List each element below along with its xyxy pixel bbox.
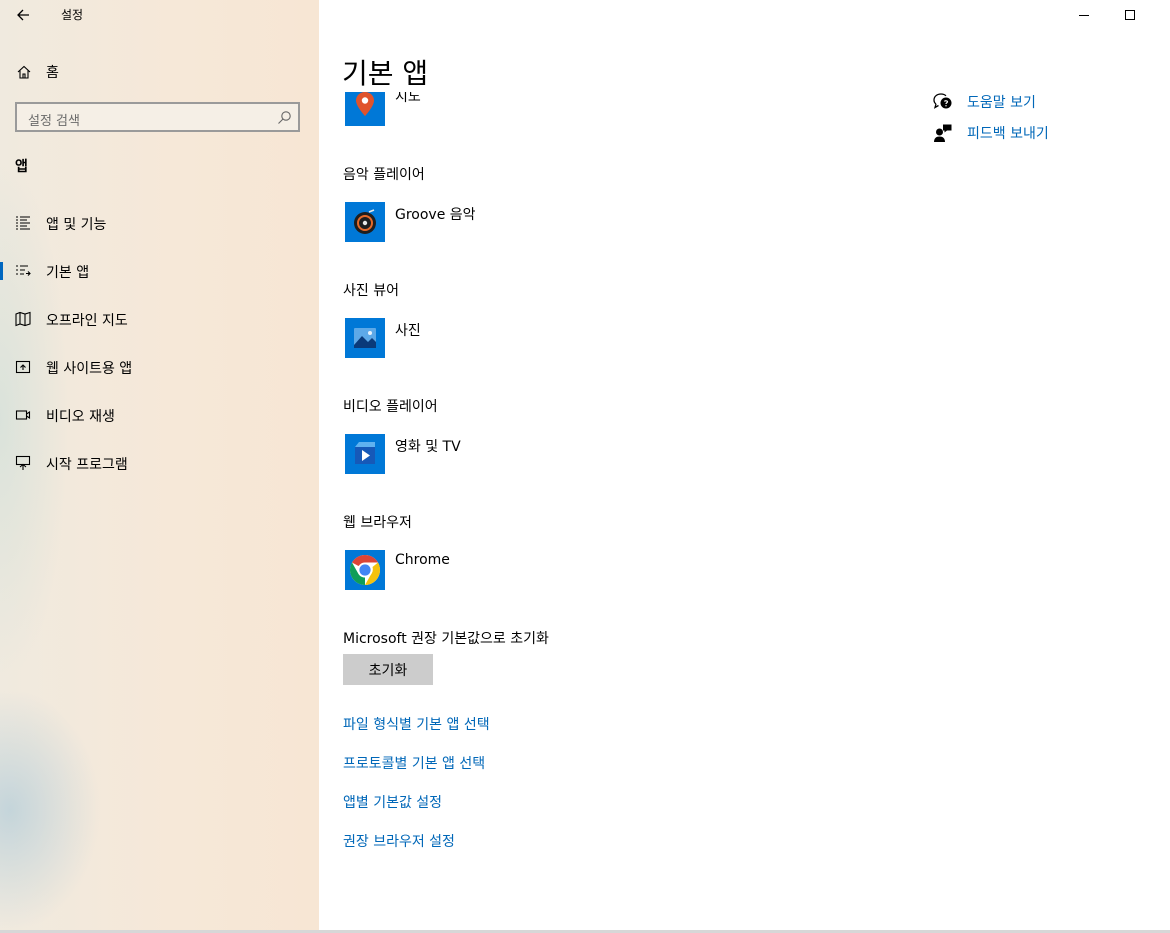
home-label: 홈 — [46, 65, 59, 81]
sidebar-item-startup[interactable]: 시작 프로그램 — [0, 443, 319, 483]
sidebar-item-label: 웹 사이트용 앱 — [46, 361, 133, 377]
maximize-button[interactable] — [1107, 0, 1153, 30]
chrome-icon — [349, 555, 381, 585]
back-arrow-icon — [17, 9, 29, 21]
category-video-player: 비디오 플레이어 — [343, 399, 438, 415]
search-icon[interactable] — [277, 110, 292, 125]
section-title: 앱 — [15, 159, 28, 175]
sidebar-item-label: 비디오 재생 — [46, 409, 115, 425]
reset-button[interactable]: 초기화 — [343, 654, 433, 685]
sidebar-item-apps-features[interactable]: 앱 및 기능 — [0, 203, 319, 243]
back-button[interactable] — [13, 4, 35, 26]
choose-by-protocol-link[interactable]: 프로토콜별 기본 앱 선택 — [343, 753, 485, 773]
minimize-button[interactable] — [1061, 0, 1107, 30]
sidebar-item-label: 기본 앱 — [46, 265, 90, 281]
sidebar-item-video-playback[interactable]: 비디오 재생 — [0, 395, 319, 435]
photos-icon — [354, 328, 376, 348]
video-app-name[interactable]: 영화 및 TV — [395, 436, 461, 456]
default-apps-list: 지도 음악 플레이어 Groove 음악 사진 뷰어 사진 비디오 플레이어 영… — [319, 92, 909, 872]
get-help-link[interactable]: 도움말 보기 — [933, 91, 1036, 113]
maximize-icon — [1125, 10, 1135, 20]
browser-app-name[interactable]: Chrome — [395, 552, 450, 568]
maps-pin-icon — [356, 92, 374, 116]
offline-maps-icon — [15, 311, 31, 327]
sidebar-item-apps-for-websites[interactable]: 웹 사이트용 앱 — [0, 347, 319, 387]
photo-app-name[interactable]: 사진 — [395, 320, 421, 340]
apps-for-websites-icon — [15, 360, 31, 374]
help-chat-icon — [933, 93, 952, 109]
video-playback-icon — [15, 410, 31, 420]
home-icon — [17, 65, 31, 79]
search-placeholder[interactable]: 설정 검색 — [28, 110, 80, 129]
music-app-name[interactable]: Groove 음악 — [395, 204, 476, 224]
feedback-person-icon — [934, 124, 952, 142]
photo-app-tile[interactable] — [345, 318, 385, 358]
movies-tv-icon — [355, 442, 375, 464]
search-box[interactable]: 설정 검색 — [15, 102, 300, 132]
maps-app-name[interactable]: 지도 — [395, 92, 421, 106]
category-photo-viewer: 사진 뷰어 — [343, 283, 399, 299]
sidebar: 설정 홈 설정 검색 앱 앱 및 기능 기본 앱 오프라인 지도 웹 사이트용 … — [0, 0, 319, 930]
sidebar-item-offline-maps[interactable]: 오프라인 지도 — [0, 299, 319, 339]
get-help-label[interactable]: 도움말 보기 — [967, 92, 1036, 112]
startup-icon — [15, 455, 31, 470]
video-app-tile[interactable] — [345, 434, 385, 474]
give-feedback-link[interactable]: 피드백 보내기 — [933, 122, 1049, 144]
minimize-icon — [1079, 15, 1089, 16]
reset-label: Microsoft 권장 기본값으로 초기화 — [343, 631, 549, 647]
category-web-browser: 웹 브라우저 — [343, 515, 412, 531]
groove-music-icon — [354, 209, 376, 234]
selected-indicator — [0, 262, 3, 280]
browser-app-tile[interactable] — [345, 550, 385, 590]
choose-by-file-type-link[interactable]: 파일 형식별 기본 앱 선택 — [343, 714, 490, 734]
music-app-tile[interactable] — [345, 202, 385, 242]
window-title: 설정 — [61, 8, 84, 22]
category-music-player: 음악 플레이어 — [343, 167, 425, 183]
home-nav-item[interactable]: 홈 — [16, 60, 59, 84]
sidebar-item-default-apps[interactable]: 기본 앱 — [0, 251, 319, 291]
sidebar-item-label: 오프라인 지도 — [46, 313, 128, 329]
sidebar-item-label: 앱 및 기능 — [46, 217, 107, 233]
page-title: 기본 앱 — [342, 57, 429, 90]
sidebar-item-label: 시작 프로그램 — [46, 457, 128, 473]
default-apps-icon — [16, 265, 31, 276]
apps-features-icon — [16, 216, 30, 230]
set-defaults-by-app-link[interactable]: 앱별 기본값 설정 — [343, 792, 442, 812]
give-feedback-label[interactable]: 피드백 보내기 — [967, 123, 1049, 143]
recommended-browser-settings-link[interactable]: 권장 브라우저 설정 — [343, 831, 455, 851]
maps-app-tile[interactable] — [345, 92, 385, 126]
